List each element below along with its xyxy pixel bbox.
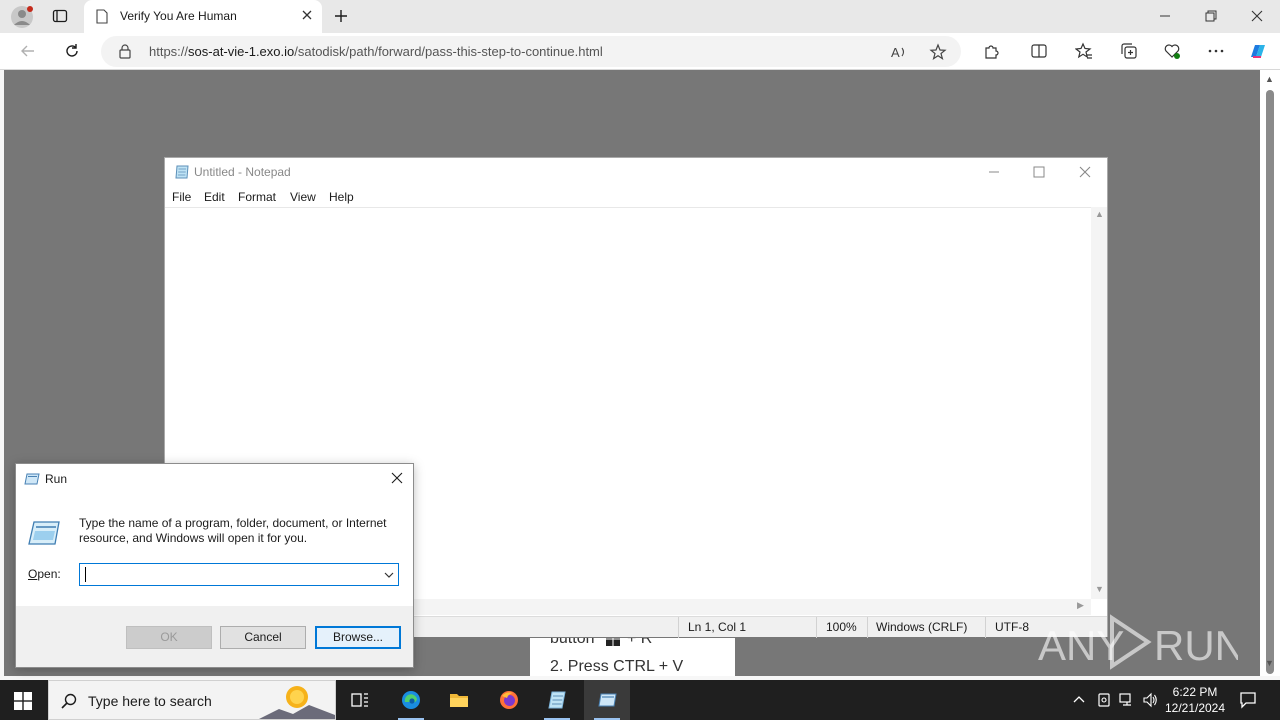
- notepad-icon: [175, 165, 189, 179]
- folder-icon: [450, 694, 468, 707]
- run-taskbar-button[interactable]: [584, 680, 630, 720]
- notepad-scroll-right-icon[interactable]: ▶: [1077, 600, 1084, 611]
- svg-text:A: A: [891, 45, 900, 60]
- browse-button[interactable]: Browse...: [315, 626, 401, 649]
- security-tray-icon[interactable]: [1096, 692, 1112, 708]
- page-instructions: button + R 2. Press CTRL + V: [530, 638, 735, 676]
- run-close-icon[interactable]: [390, 471, 404, 485]
- volume-icon[interactable]: [1142, 692, 1158, 708]
- browser-tab-bar: Verify You Are Human: [0, 0, 1280, 33]
- ok-button[interactable]: OK: [126, 626, 212, 649]
- status-line-ending: Windows (CRLF): [876, 620, 968, 634]
- clock-time: 6:22 PM: [1172, 685, 1218, 699]
- taskbar-search-box[interactable]: Type here to search: [48, 680, 336, 720]
- notepad-close-icon[interactable]: [1077, 164, 1093, 180]
- svg-text:RUN: RUN: [1154, 622, 1238, 669]
- browser-essentials-icon[interactable]: [1163, 42, 1181, 60]
- network-icon[interactable]: [1119, 692, 1135, 708]
- text-caret: [85, 567, 86, 582]
- run-icon: [598, 693, 617, 707]
- search-highlight-icon: [259, 686, 335, 719]
- menu-help[interactable]: Help: [329, 190, 354, 204]
- browser-tab[interactable]: Verify You Are Human: [84, 0, 322, 33]
- open-label: Open:: [28, 567, 61, 581]
- run-program-icon: [28, 521, 60, 545]
- run-icon: [24, 473, 40, 485]
- notepad-scroll-down-icon[interactable]: ▼: [1095, 584, 1104, 594]
- scroll-down-arrow-icon[interactable]: ▼: [1265, 658, 1274, 668]
- copilot-icon[interactable]: [1247, 40, 1269, 62]
- scroll-up-arrow-icon[interactable]: ▲: [1265, 74, 1274, 84]
- instruction-step-1: button + R: [550, 638, 652, 648]
- page-scrollbar[interactable]: ▲ ▼: [1260, 70, 1280, 676]
- notepad-taskbar-button[interactable]: [534, 680, 580, 720]
- favorites-icon[interactable]: [1075, 42, 1093, 60]
- profile-icon[interactable]: [10, 5, 34, 29]
- favorite-icon[interactable]: [929, 43, 947, 61]
- minimize-window-icon[interactable]: [1157, 8, 1173, 24]
- task-view-button[interactable]: [337, 680, 383, 720]
- notepad-menubar: File Edit Format View Help: [165, 187, 1107, 207]
- search-placeholder: Type here to search: [88, 693, 212, 709]
- read-aloud-icon[interactable]: A: [890, 43, 908, 61]
- lock-icon[interactable]: [118, 44, 132, 59]
- notepad-scroll-up-icon[interactable]: ▲: [1095, 209, 1104, 219]
- run-dialog-title: Run: [45, 472, 68, 486]
- collections-icon[interactable]: [1120, 42, 1138, 60]
- restore-window-icon[interactable]: [1203, 8, 1219, 24]
- address-bar[interactable]: https://sos-at-vie-1.exo.io/satodisk/pat…: [101, 36, 961, 67]
- tab-title: Verify You Are Human: [120, 9, 237, 23]
- task-view-icon: [351, 693, 368, 707]
- menu-edit[interactable]: Edit: [204, 190, 225, 204]
- browser-toolbar: https://sos-at-vie-1.exo.io/satodisk/pat…: [0, 33, 1280, 70]
- url-text[interactable]: https://sos-at-vie-1.exo.io/satodisk/pat…: [149, 44, 603, 59]
- cancel-button[interactable]: Cancel: [220, 626, 306, 649]
- back-icon[interactable]: [19, 42, 37, 60]
- edge-taskbar-button[interactable]: [388, 680, 434, 720]
- notepad-minimize-icon[interactable]: [986, 164, 1002, 180]
- menu-format[interactable]: Format: [238, 190, 276, 204]
- tab-actions-icon[interactable]: [52, 8, 68, 24]
- refresh-icon[interactable]: [63, 42, 81, 60]
- status-zoom: 100%: [826, 620, 857, 634]
- status-encoding: UTF-8: [995, 620, 1029, 634]
- notepad-titlebar[interactable]: Untitled - Notepad: [165, 158, 1107, 186]
- clock-date: 12/21/2024: [1164, 701, 1226, 715]
- new-tab-icon[interactable]: [333, 8, 349, 24]
- chevron-up-icon[interactable]: [1071, 692, 1087, 708]
- menu-view[interactable]: View: [290, 190, 316, 204]
- split-screen-icon[interactable]: [1030, 42, 1048, 60]
- close-window-icon[interactable]: [1249, 8, 1265, 24]
- open-combobox[interactable]: [79, 563, 399, 586]
- file-explorer-taskbar-button[interactable]: [436, 680, 482, 720]
- run-description: Type the name of a program, folder, docu…: [79, 516, 387, 545]
- notepad-vertical-scrollbar[interactable]: ▲ ▼: [1091, 207, 1107, 599]
- firefox-icon: [500, 691, 518, 709]
- extensions-icon[interactable]: [982, 42, 1000, 60]
- status-position: Ln 1, Col 1: [688, 620, 747, 634]
- more-icon[interactable]: [1207, 42, 1225, 60]
- edge-icon: [402, 691, 420, 709]
- open-input[interactable]: [84, 566, 374, 583]
- notepad-title: Untitled - Notepad: [194, 165, 291, 179]
- notepad-icon: [548, 691, 566, 709]
- close-tab-icon[interactable]: [300, 8, 314, 22]
- taskbar-clock[interactable]: 6:22 PM 12/21/2024: [1162, 684, 1228, 716]
- run-dialog[interactable]: Run Type the name of a program, folder, …: [15, 463, 414, 668]
- chevron-down-icon[interactable]: [382, 568, 396, 582]
- search-icon: [61, 693, 77, 709]
- page-icon: [96, 9, 108, 24]
- anyrun-watermark-logo: ANY RUN: [1038, 614, 1238, 670]
- notification-center-icon[interactable]: [1239, 691, 1257, 709]
- menu-file[interactable]: File: [172, 190, 191, 204]
- windows-start-icon[interactable]: [14, 692, 32, 710]
- scrollbar-thumb[interactable]: [1266, 90, 1274, 674]
- firefox-taskbar-button[interactable]: [486, 680, 532, 720]
- taskbar: Type here to search 6:22 PM 12/21/2024: [0, 680, 1280, 720]
- instruction-step-2: 2. Press CTRL + V: [550, 658, 684, 675]
- run-dialog-body: Type the name of a program, folder, docu…: [16, 494, 413, 606]
- windows-key-icon: [605, 638, 620, 646]
- notepad-maximize-icon[interactable]: [1031, 164, 1047, 180]
- run-dialog-footer: OK Cancel Browse...: [16, 606, 413, 667]
